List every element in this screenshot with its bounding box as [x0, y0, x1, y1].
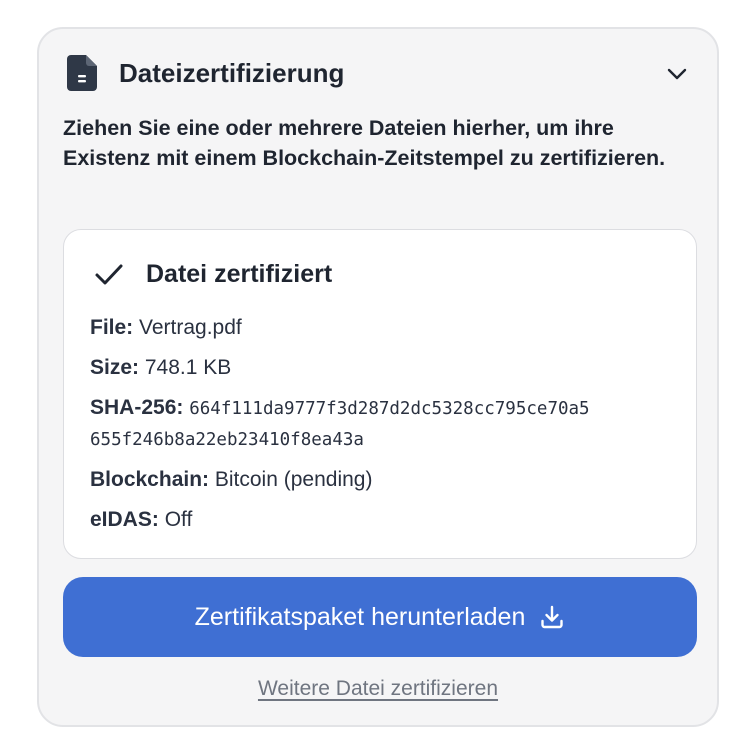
- file-size-row: Size: 748.1 KB: [90, 356, 231, 380]
- hash-value-line1: 664f111da9777f3d287d2dc5328cc795ce70a5: [189, 399, 590, 419]
- certify-another-file-link[interactable]: Weitere Datei zertifizieren: [39, 677, 717, 701]
- file-name-row: File: Vertrag.pdf: [90, 316, 242, 340]
- size-label: Size:: [90, 356, 140, 379]
- download-button-content: Zertifikatspaket herunterladen: [63, 577, 697, 657]
- panel-header: Dateizertifizierung: [39, 29, 717, 119]
- result-title: Datei zertifiziert: [146, 260, 333, 288]
- chevron-down-icon[interactable]: [665, 62, 689, 86]
- file-value: Vertrag.pdf: [139, 316, 242, 339]
- hash-label: SHA-256:: [90, 396, 184, 419]
- check-icon: [95, 264, 123, 285]
- eidas-row: eIDAS: Off: [90, 508, 192, 532]
- panel-title: Dateizertifizierung: [119, 58, 345, 88]
- panel-description: Ziehen Sie eine oder mehrere Dateien hie…: [63, 116, 666, 170]
- blockchain-row: Blockchain: Bitcoin (pending): [90, 468, 372, 492]
- blockchain-value: Bitcoin (pending): [214, 468, 373, 491]
- eidas-label: eIDAS:: [90, 508, 159, 531]
- blockchain-label: Blockchain:: [90, 468, 210, 491]
- download-button-label: Zertifikatspaket herunterladen: [194, 602, 526, 631]
- size-value: 748.1 KB: [144, 356, 232, 379]
- certification-result-card: Datei zertifiziert File: Vertrag.pdf Siz…: [63, 229, 697, 559]
- eidas-value: Off: [164, 508, 193, 531]
- hash-value-line2: 655f246b8a22eb23410f8ea43a: [90, 430, 364, 450]
- hash-row: SHA-256: 664f111da9777f3d287d2dc5328cc79…: [90, 396, 590, 420]
- file-certification-panel: Dateizertifizierung Ziehen Sie eine oder…: [37, 27, 719, 727]
- download-icon: [541, 605, 564, 629]
- file-text-icon: [67, 55, 97, 91]
- download-certificate-button[interactable]: Zertifikatspaket herunterladen: [63, 577, 697, 657]
- file-label: File:: [90, 316, 134, 339]
